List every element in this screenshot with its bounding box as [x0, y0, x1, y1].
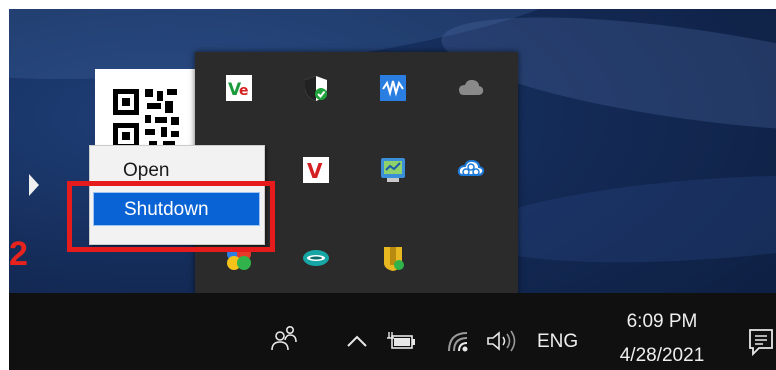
- taskbar: ENG 6:09 PM 4/28/2021: [9, 293, 776, 370]
- cloud-icon[interactable]: [453, 70, 489, 106]
- highlight-annotation-box: [67, 181, 275, 252]
- volume-icon[interactable]: [483, 327, 523, 355]
- desktop: 2 Ve V Open Shutdown ENG 6:09 PM 4/28/20…: [9, 9, 776, 370]
- action-center-icon[interactable]: [745, 325, 776, 359]
- battery-charging-icon[interactable]: [385, 327, 417, 355]
- clock-time[interactable]: 6:09 PM: [606, 311, 718, 333]
- step-number-annotation: 2: [9, 235, 28, 273]
- svg-text:V: V: [307, 159, 323, 183]
- people-icon[interactable]: [267, 321, 301, 355]
- cloud-network-icon[interactable]: [453, 152, 489, 188]
- vnc-icon[interactable]: Ve: [221, 70, 257, 106]
- wifi-icon[interactable]: [443, 327, 473, 355]
- vietkey-v-icon[interactable]: V: [298, 152, 334, 188]
- security-shield-icon[interactable]: [298, 70, 334, 106]
- clock-date[interactable]: 4/28/2021: [606, 345, 718, 367]
- input-language-indicator[interactable]: ENG: [537, 331, 578, 353]
- expand-arrow-icon[interactable]: [29, 174, 39, 196]
- shield-document-icon[interactable]: [375, 240, 411, 276]
- svg-text:e: e: [239, 83, 249, 99]
- network-monitor-icon[interactable]: [375, 152, 411, 188]
- viettel-icon[interactable]: [298, 240, 334, 276]
- qr-code-icon[interactable]: [95, 69, 195, 157]
- audio-wave-app-icon[interactable]: [375, 70, 411, 106]
- chevron-up-icon[interactable]: [343, 327, 371, 355]
